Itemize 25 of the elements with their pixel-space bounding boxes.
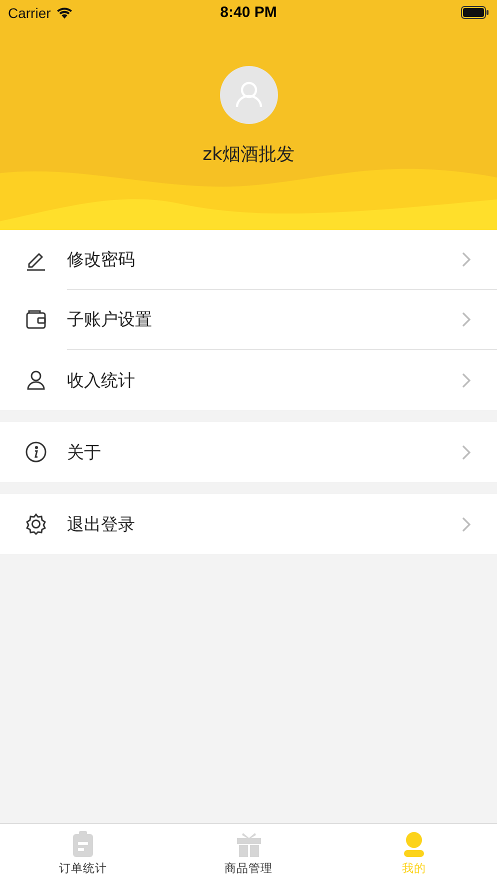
chevron-icon [462, 252, 471, 267]
info-icon [25, 441, 47, 463]
tab[interactable]: 订单统计 [0, 824, 166, 883]
menu-item[interactable]: 子账户设置 [0, 290, 497, 350]
menu-item[interactable]: 退出登录 [0, 494, 497, 554]
chevron-icon [462, 516, 471, 532]
avatar-icon [220, 66, 278, 124]
status-time: 8:40 PM [220, 4, 277, 21]
chevron-icon [462, 312, 471, 327]
carrier-label: Carrier [8, 4, 51, 20]
clipboard-icon [70, 831, 95, 857]
wallet-icon [25, 309, 47, 331]
menu-item[interactable]: 关于 [0, 422, 497, 482]
gift-icon [236, 831, 260, 857]
chevron-icon [462, 372, 471, 388]
settings-icon [25, 513, 47, 535]
person-icon [25, 369, 47, 391]
wifi-icon [56, 6, 73, 19]
battery-icon [461, 6, 489, 19]
profile-name: zk烟酒批发 [202, 143, 294, 166]
tab[interactable]: 商品管理 [166, 824, 332, 883]
menu-item[interactable]: 收入统计 [0, 350, 497, 410]
chevron-icon [462, 444, 471, 460]
menu-item[interactable]: 修改密码 [0, 230, 497, 290]
person-icon [402, 831, 426, 857]
